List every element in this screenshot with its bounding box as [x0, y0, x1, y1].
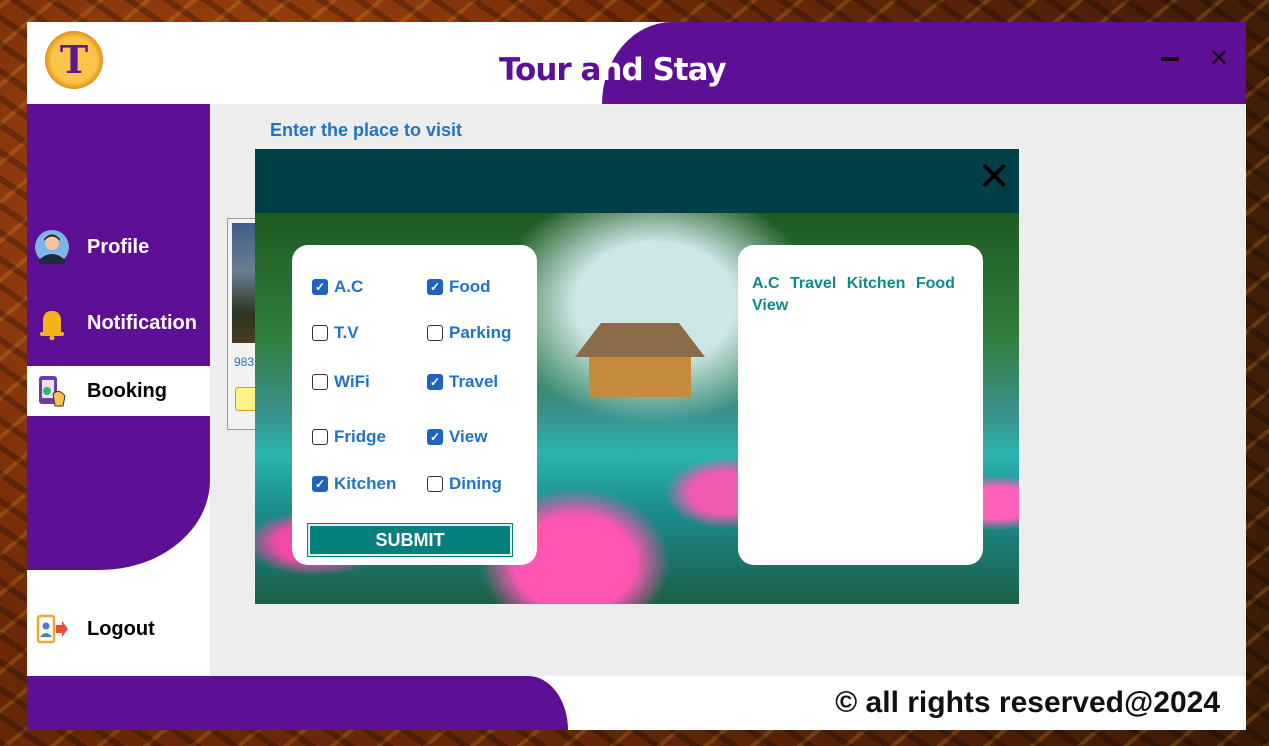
selected-amenities-text: A.C Travel Kitchen Food View [752, 275, 955, 314]
place-card-number: 983 [234, 355, 255, 369]
option-label: WiFi [334, 372, 370, 391]
option-parking[interactable]: Parking [427, 323, 511, 343]
checkbox[interactable] [427, 374, 443, 390]
option-dining[interactable]: Dining [427, 474, 502, 494]
amenities-panel: A.C Food T.V Parking WiFi Travel Fridge [292, 245, 537, 565]
checkbox[interactable] [312, 279, 328, 295]
selected-amenities-panel: A.C Travel Kitchen Food View [738, 245, 983, 565]
option-label: A.C [334, 277, 364, 296]
mobile-booking-icon [39, 376, 66, 407]
footer-accent [27, 676, 568, 730]
option-label: Kitchen [334, 474, 397, 493]
option-ac[interactable]: A.C [312, 277, 363, 297]
submit-button[interactable]: SUBMIT [307, 523, 513, 557]
option-label: T.V [334, 323, 359, 342]
app-title: Tour and Stay [499, 52, 799, 88]
sidebar-item-profile[interactable]: Profile [27, 222, 210, 272]
option-label: Travel [449, 372, 499, 391]
option-label: Parking [449, 323, 512, 342]
option-food[interactable]: Food [427, 277, 491, 297]
amenities-modal: ✕ A.C Food T.V Parking WiFi Tr [255, 149, 1019, 604]
sidebar-item-label: Booking [87, 379, 167, 402]
checkbox[interactable] [427, 476, 443, 492]
lake-hut-image [575, 323, 705, 403]
option-label: View [449, 427, 488, 446]
close-icon[interactable]: ✕ [977, 153, 1011, 201]
option-wifi[interactable]: WiFi [312, 372, 370, 392]
sidebar-item-label: Profile [87, 235, 150, 258]
logout-icon [36, 614, 68, 644]
option-travel[interactable]: Travel [427, 372, 498, 392]
user-avatar-icon [35, 230, 69, 264]
minimize-icon[interactable] [1161, 57, 1179, 61]
logo-letter: T [59, 37, 89, 82]
option-label: Food [449, 277, 491, 296]
option-label: Fridge [334, 427, 386, 446]
option-view[interactable]: View [427, 427, 487, 447]
sidebar: Profile Notification Booking Logout [27, 104, 210, 730]
option-label: Dining [449, 474, 502, 493]
sidebar-item-label: Notification [87, 311, 197, 334]
place-prompt-label: Enter the place to visit [270, 120, 463, 140]
sidebar-item-logout[interactable]: Logout [27, 604, 210, 654]
checkbox[interactable] [312, 325, 328, 341]
sidebar-item-notification[interactable]: Notification [27, 298, 210, 348]
option-fridge[interactable]: Fridge [312, 427, 386, 447]
bell-icon [40, 311, 64, 340]
copyright-text: © all rights reserved@2024 [835, 686, 1220, 719]
option-kitchen[interactable]: Kitchen [312, 474, 396, 494]
checkbox[interactable] [427, 325, 443, 341]
sidebar-item-booking[interactable]: Booking [27, 366, 210, 416]
checkbox[interactable] [427, 429, 443, 445]
checkbox[interactable] [312, 429, 328, 445]
app-logo: T [45, 31, 103, 89]
header: T Tour and Stay ✕ [27, 22, 1246, 104]
footer: © all rights reserved@2024 [27, 676, 1246, 730]
checkbox[interactable] [312, 476, 328, 492]
close-window-icon[interactable]: ✕ [1209, 44, 1229, 72]
sidebar-item-label: Logout [87, 617, 155, 640]
modal-header: ✕ [255, 149, 1019, 213]
checkbox[interactable] [312, 374, 328, 390]
checkbox[interactable] [427, 279, 443, 295]
option-tv[interactable]: T.V [312, 323, 359, 343]
